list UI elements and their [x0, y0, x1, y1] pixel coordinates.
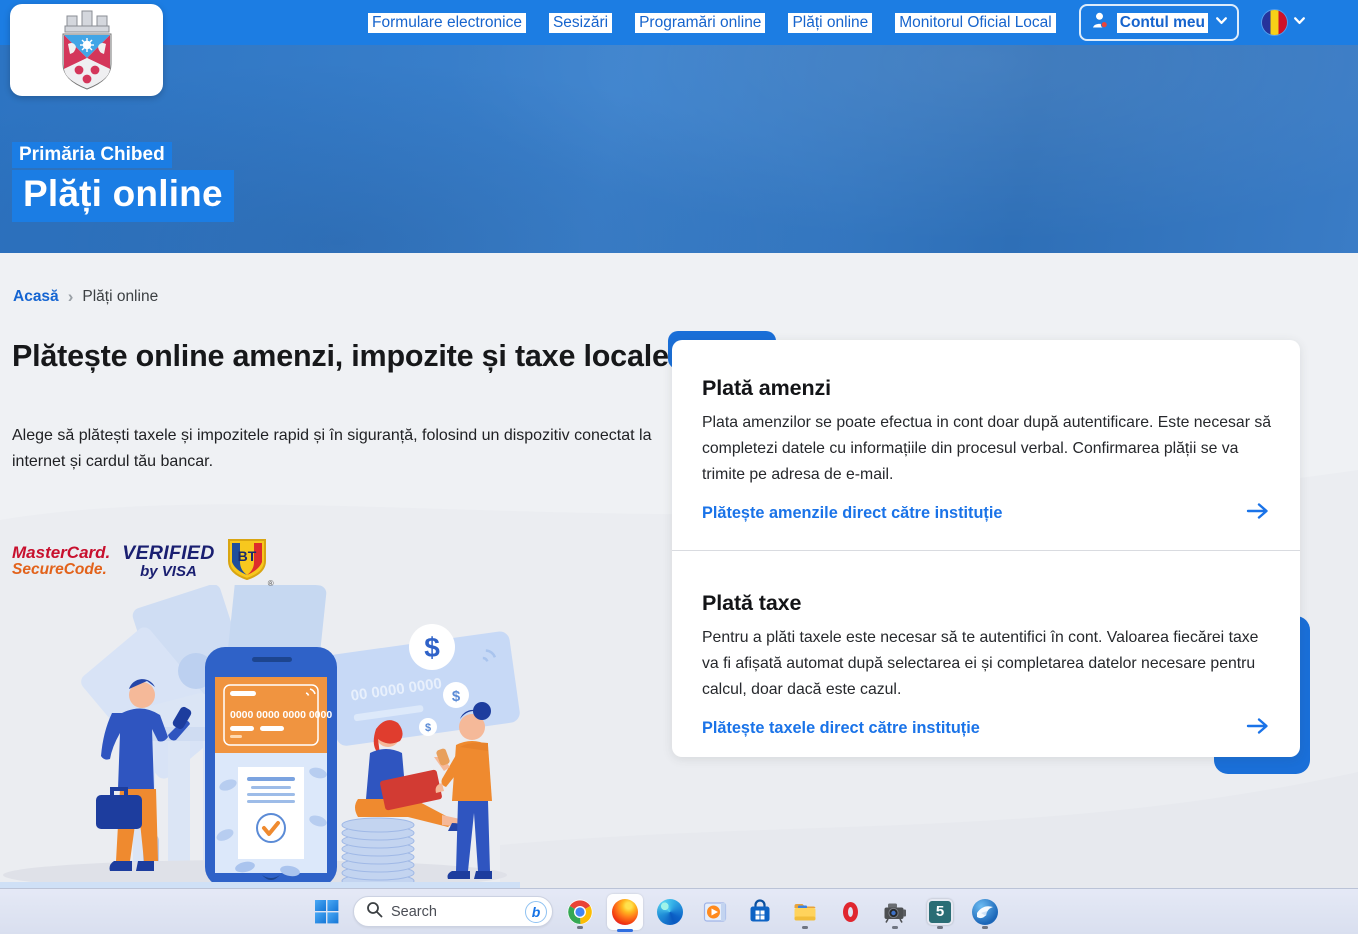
hero-text-block: Primăria Chibed Plăți online [12, 142, 234, 222]
svg-text:$: $ [424, 632, 440, 663]
nav-link-plati[interactable]: Plăți online [788, 13, 872, 33]
card-description: Pentru a plăti taxele este necesar să te… [702, 625, 1274, 703]
payment-badges: MasterCard. SecureCode. VERIFIED by VISA… [12, 537, 267, 586]
card-title: Plată amenzi [702, 376, 1270, 401]
taskbar-edge[interactable] [652, 894, 688, 930]
windows-logo-icon [314, 899, 339, 924]
pay-taxes-link-row[interactable]: Plătește taxele direct către instituție [702, 717, 1270, 740]
thunderbird-icon [972, 899, 998, 925]
search-icon [366, 901, 383, 923]
pay-fines-link[interactable]: Plătește amenzile direct către instituți… [702, 504, 1002, 523]
breadcrumb-home-link[interactable]: Acasă [13, 288, 59, 306]
romanian-flag-icon [1262, 10, 1287, 35]
taskbar-chrome[interactable] [562, 894, 598, 930]
bing-icon: b [525, 901, 547, 923]
opera-icon [843, 902, 858, 922]
card-plata-amenzi: Plată amenzi Plata amenzilor se poate ef… [672, 340, 1300, 550]
page-title: Plăți online [12, 170, 234, 222]
svg-text:BT: BT [237, 548, 256, 564]
svg-text:$: $ [452, 688, 461, 705]
taskbar-search[interactable]: Search b [353, 896, 553, 927]
breadcrumb-separator-icon: › [68, 287, 74, 307]
language-selector[interactable] [1262, 10, 1306, 35]
taskbar-file-explorer[interactable] [787, 894, 823, 930]
media-player-icon [702, 899, 728, 925]
payment-options-panel: Plată amenzi Plata amenzilor se poate ef… [672, 340, 1300, 757]
breadcrumb: Acasă › Plăți online [13, 287, 158, 307]
taskbar-microsoft-store[interactable] [742, 894, 778, 930]
site-name: Primăria Chibed [12, 142, 172, 168]
pay-taxes-link[interactable]: Plătește taxele direct către instituție [702, 719, 980, 738]
edge-icon [657, 899, 683, 925]
nav-link-formulare[interactable]: Formulare electronice [368, 13, 526, 33]
nav-link-monitorul[interactable]: Monitorul Oficial Local [895, 13, 1055, 33]
card-plata-taxe: Plată taxe Pentru a plăti taxele este ne… [672, 551, 1300, 740]
svg-text:$: $ [425, 722, 431, 734]
taskbar-firefox[interactable] [607, 894, 643, 930]
card-description: Plata amenzilor se poate efectua in cont… [702, 410, 1274, 488]
account-menu-label: Contul meu [1117, 13, 1208, 33]
online-payment-illustration: 00 0000 0000 0000 0000 0000 0000 [0, 585, 520, 888]
svg-text:0000 0000 0000 0000: 0000 0000 0000 0000 [230, 709, 332, 721]
user-icon [1090, 10, 1110, 35]
arrow-right-icon[interactable] [1246, 717, 1270, 740]
search-placeholder: Search [391, 904, 517, 920]
card-title: Plată taxe [702, 591, 1270, 616]
file-explorer-icon [792, 899, 818, 925]
taskbar-media-player[interactable] [697, 894, 733, 930]
five-player-icon: 5 [927, 899, 953, 925]
banca-transilvania-badge: BT ® [227, 537, 267, 586]
main-heading: Plătește online amenzi, impozite și taxe… [12, 336, 692, 377]
nav-link-sesizari[interactable]: Sesizări [549, 13, 612, 33]
breadcrumb-current: Plăți online [82, 288, 158, 306]
camera-icon [882, 899, 908, 925]
taskbar-opera[interactable] [832, 894, 868, 930]
microsoft-store-icon [747, 899, 773, 925]
mastercard-securecode-badge: MasterCard. SecureCode. [12, 544, 110, 578]
municipality-logo[interactable] [10, 4, 163, 96]
windows-taskbar: Search b [0, 888, 1358, 934]
top-navigation: Formulare electronice Sesizări Programăr… [0, 0, 1358, 45]
account-menu-button[interactable]: Contul meu [1079, 4, 1239, 41]
arrow-right-icon[interactable] [1246, 502, 1270, 525]
taskbar-camera-app[interactable] [877, 894, 913, 930]
chevron-down-icon [1293, 14, 1306, 32]
taskbar-thunderbird[interactable] [967, 894, 1003, 930]
chevron-down-icon [1215, 14, 1228, 32]
firefox-icon [612, 899, 638, 925]
nav-link-programari[interactable]: Programări online [635, 13, 765, 33]
chrome-icon [567, 899, 593, 925]
taskbar-five-player[interactable]: 5 [922, 894, 958, 930]
coat-of-arms-icon [59, 8, 115, 92]
pay-fines-link-row[interactable]: Plătește amenzile direct către instituți… [702, 502, 1270, 525]
start-button[interactable] [308, 894, 344, 930]
verified-by-visa-badge: VERIFIED by VISA [122, 544, 214, 580]
main-subtitle: Alege să plătești taxele și impozitele r… [12, 423, 692, 475]
